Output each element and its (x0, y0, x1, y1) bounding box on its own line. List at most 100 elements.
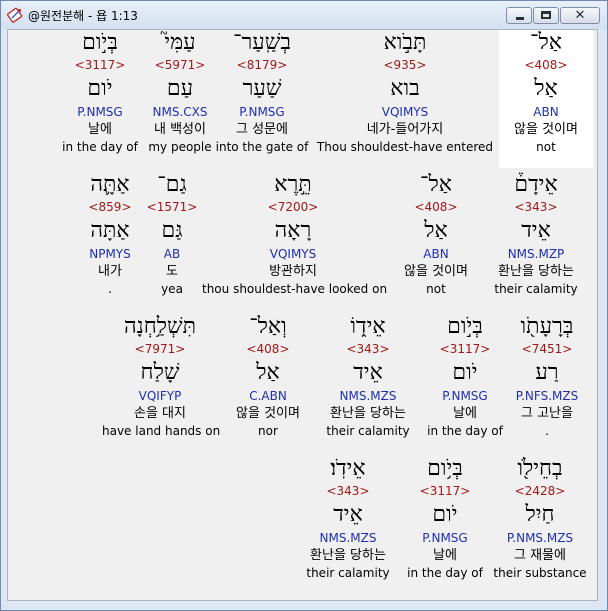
korean-gloss: 환난을 당하는 (330, 406, 406, 421)
parsing-code: NMS.MZS (339, 389, 397, 403)
strong-number[interactable]: <343> (488, 200, 584, 214)
strong-number[interactable]: <2428> (490, 484, 590, 498)
word-block[interactable]: תָּבֹ֣וא <935> בוא VQIMYS 네가-들어가지 Thou s… (312, 30, 498, 168)
hebrew-lemma: חַיִל (525, 502, 555, 527)
app-window: @원전분해 - 욥 1:13 ✕ אַל־ <408> אַל ABN 않을 것… (0, 0, 608, 611)
word-block[interactable]: אֵידֹֽו׃ <343> אֵיד NMS.MZS 환난을 당하는 thei… (298, 456, 398, 594)
parsing-code: VQIMYS (381, 105, 429, 119)
parsing-code: VQIFYP (138, 389, 182, 403)
english-gloss: . (108, 282, 112, 296)
hebrew-word: תָּבֹ֣וא (383, 30, 427, 55)
korean-gloss: 날에 (433, 548, 457, 563)
word-block[interactable]: תִּשְׁלַ֥חְנָה <7971> שָׁלַח VQIFYP 손을 대… (102, 314, 221, 452)
hebrew-word: בְחֵילֹ֖ו (517, 456, 563, 481)
hebrew-word: תֵּ֣רֶא (274, 172, 312, 197)
english-gloss: their calamity (494, 282, 578, 296)
english-gloss: . (545, 424, 549, 438)
parsing-code: ABN (533, 105, 559, 119)
strong-number[interactable]: <7451> (504, 342, 590, 356)
close-icon: ✕ (574, 8, 586, 23)
hebrew-word: אֵידָם֒ (514, 172, 558, 197)
hebrew-word: וְאַל־ (249, 314, 287, 339)
korean-gloss: 그 재물에 (514, 548, 566, 563)
strong-number[interactable]: <859> (80, 200, 140, 214)
strong-number[interactable]: <935> (312, 58, 498, 72)
word-block[interactable]: בְּיֹ֣ום <3117> יֹום P.NMSG 날에 in the da… (60, 30, 140, 168)
korean-gloss: 날에 (453, 406, 477, 421)
hebrew-lemma: אַל (534, 76, 558, 101)
hebrew-lemma: שָׁלַח (140, 360, 180, 385)
parsing-code: VQIMYS (269, 247, 317, 261)
strong-number[interactable]: <3117> (402, 484, 488, 498)
hebrew-lemma: עַם (166, 76, 194, 101)
hebrew-word: אֵידֹֽו׃ (330, 456, 366, 481)
parsing-code: P.NFS.MZS (515, 389, 579, 403)
strong-number[interactable]: <408> (222, 342, 314, 356)
word-block[interactable]: וְאַל־ <408> אַל C.ABN 않을 것이며 nor (222, 314, 314, 452)
english-gloss: in the day of (62, 140, 138, 154)
korean-gloss: 환난을 당하는 (498, 264, 574, 279)
english-gloss: my people (148, 140, 212, 154)
strong-number[interactable]: <8179> (214, 58, 310, 72)
hebrew-lemma: אֵיד (353, 360, 383, 385)
word-block[interactable]: בְחֵילֹ֖ו <2428> חַיִל P.NMS.MZS 그 재물에 t… (490, 456, 590, 594)
strong-number[interactable]: <343> (298, 484, 398, 498)
window-title: @원전분해 - 욥 1:13 (28, 9, 138, 23)
hebrew-lemma: רָאָה (274, 218, 312, 243)
word-block[interactable]: בְּיֹ֥ום <3117> יֹום P.NMSG 날에 in the da… (402, 456, 488, 594)
korean-gloss: 손을 대지 (134, 406, 186, 421)
interlinear-panel: אַל־ <408> אַל ABN 않을 것이며 not תָּבֹ֣וא <… (7, 29, 598, 601)
hebrew-word: אֵיד֑וֹ (350, 314, 386, 339)
english-gloss: not (536, 140, 556, 154)
word-block[interactable]: אַל־ <408> אַל ABN 않을 것이며 not (499, 30, 593, 168)
korean-gloss: 날에 (88, 122, 112, 137)
strong-number[interactable]: <3117> (422, 342, 508, 356)
hebrew-lemma: אַתָּה (90, 218, 130, 243)
korean-gloss: 않을 것이며 (236, 406, 300, 421)
word-block[interactable]: אַל־ <408> אַל ABN 않을 것이며 not (390, 172, 482, 310)
strong-number[interactable]: <1571> (144, 200, 200, 214)
korean-gloss: 그 고난을 (521, 406, 573, 421)
hebrew-lemma: רַע (535, 360, 559, 385)
hebrew-lemma: יֹום (432, 502, 458, 527)
parsing-code: NMS.CXS (152, 105, 208, 119)
minimize-icon (516, 17, 524, 20)
title-bar[interactable]: @원전분해 - 욥 1:13 ✕ (1, 1, 607, 29)
word-block[interactable]: אֵיד֑וֹ <343> אֵיד NMS.MZS 환난을 당하는 their… (318, 314, 418, 452)
hebrew-word: אַתָּ֛ה (90, 172, 130, 197)
maximize-button[interactable] (533, 7, 559, 24)
word-block[interactable]: עַמִּי֮ <5971> עַם NMS.CXS 내 백성이 my peop… (140, 30, 220, 168)
hebrew-word: בְּרָעָתֹ֖ו (520, 314, 574, 339)
hebrew-word: אַל־ (530, 30, 562, 55)
word-block[interactable]: אֵידָם֒ <343> אֵיד NMS.MZP 환난을 당하는 their… (488, 172, 584, 310)
korean-gloss: 환난을 당하는 (310, 548, 386, 563)
english-gloss: into the gate of (215, 140, 309, 154)
hebrew-word: עַמִּי֮ (164, 30, 196, 55)
parsing-code: NMS.MZS (319, 531, 377, 545)
word-block[interactable]: גַם־ <1571> גַּם AB 도 yea (144, 172, 200, 310)
english-gloss: Thou shouldest-have entered (316, 140, 494, 154)
word-block[interactable]: בְּרָעָתֹ֖ו <7451> רַע P.NFS.MZS 그 고난을 . (504, 314, 590, 452)
strong-number[interactable]: <408> (499, 58, 593, 72)
strong-number[interactable]: <408> (390, 200, 482, 214)
strong-number[interactable]: <7971> (102, 342, 218, 356)
strong-number[interactable]: <7200> (202, 200, 384, 214)
english-gloss: have land hands on (102, 424, 221, 438)
english-gloss: not (426, 282, 446, 296)
hebrew-word: אַל־ (420, 172, 452, 197)
word-block[interactable]: בְשַֽׁעַר־ <8179> שַׁעַר P.NMSG 그 성문에 in… (214, 30, 310, 168)
word-block[interactable]: תֵּ֣רֶא <7200> רָאָה VQIMYS 방관하지 thou sh… (202, 172, 387, 310)
korean-gloss: 네가-들어가지 (366, 122, 444, 137)
parsing-code: NPMYS (89, 247, 131, 261)
hebrew-lemma: אֵיד (333, 502, 363, 527)
strong-number[interactable]: <343> (318, 342, 418, 356)
parsing-code: P.NMSG (422, 531, 468, 545)
strong-number[interactable]: <3117> (60, 58, 140, 72)
close-button[interactable]: ✕ (560, 7, 600, 24)
hebrew-lemma: בוא (390, 76, 420, 101)
english-gloss: nor (258, 424, 278, 438)
strong-number[interactable]: <5971> (140, 58, 220, 72)
word-block[interactable]: אַתָּ֛ה <859> אַתָּה NPMYS 내가 . (80, 172, 140, 310)
word-block[interactable]: בְּיֹ֣ום <3117> יֹום P.NMSG 날에 in the da… (422, 314, 508, 452)
minimize-button[interactable] (506, 7, 532, 24)
